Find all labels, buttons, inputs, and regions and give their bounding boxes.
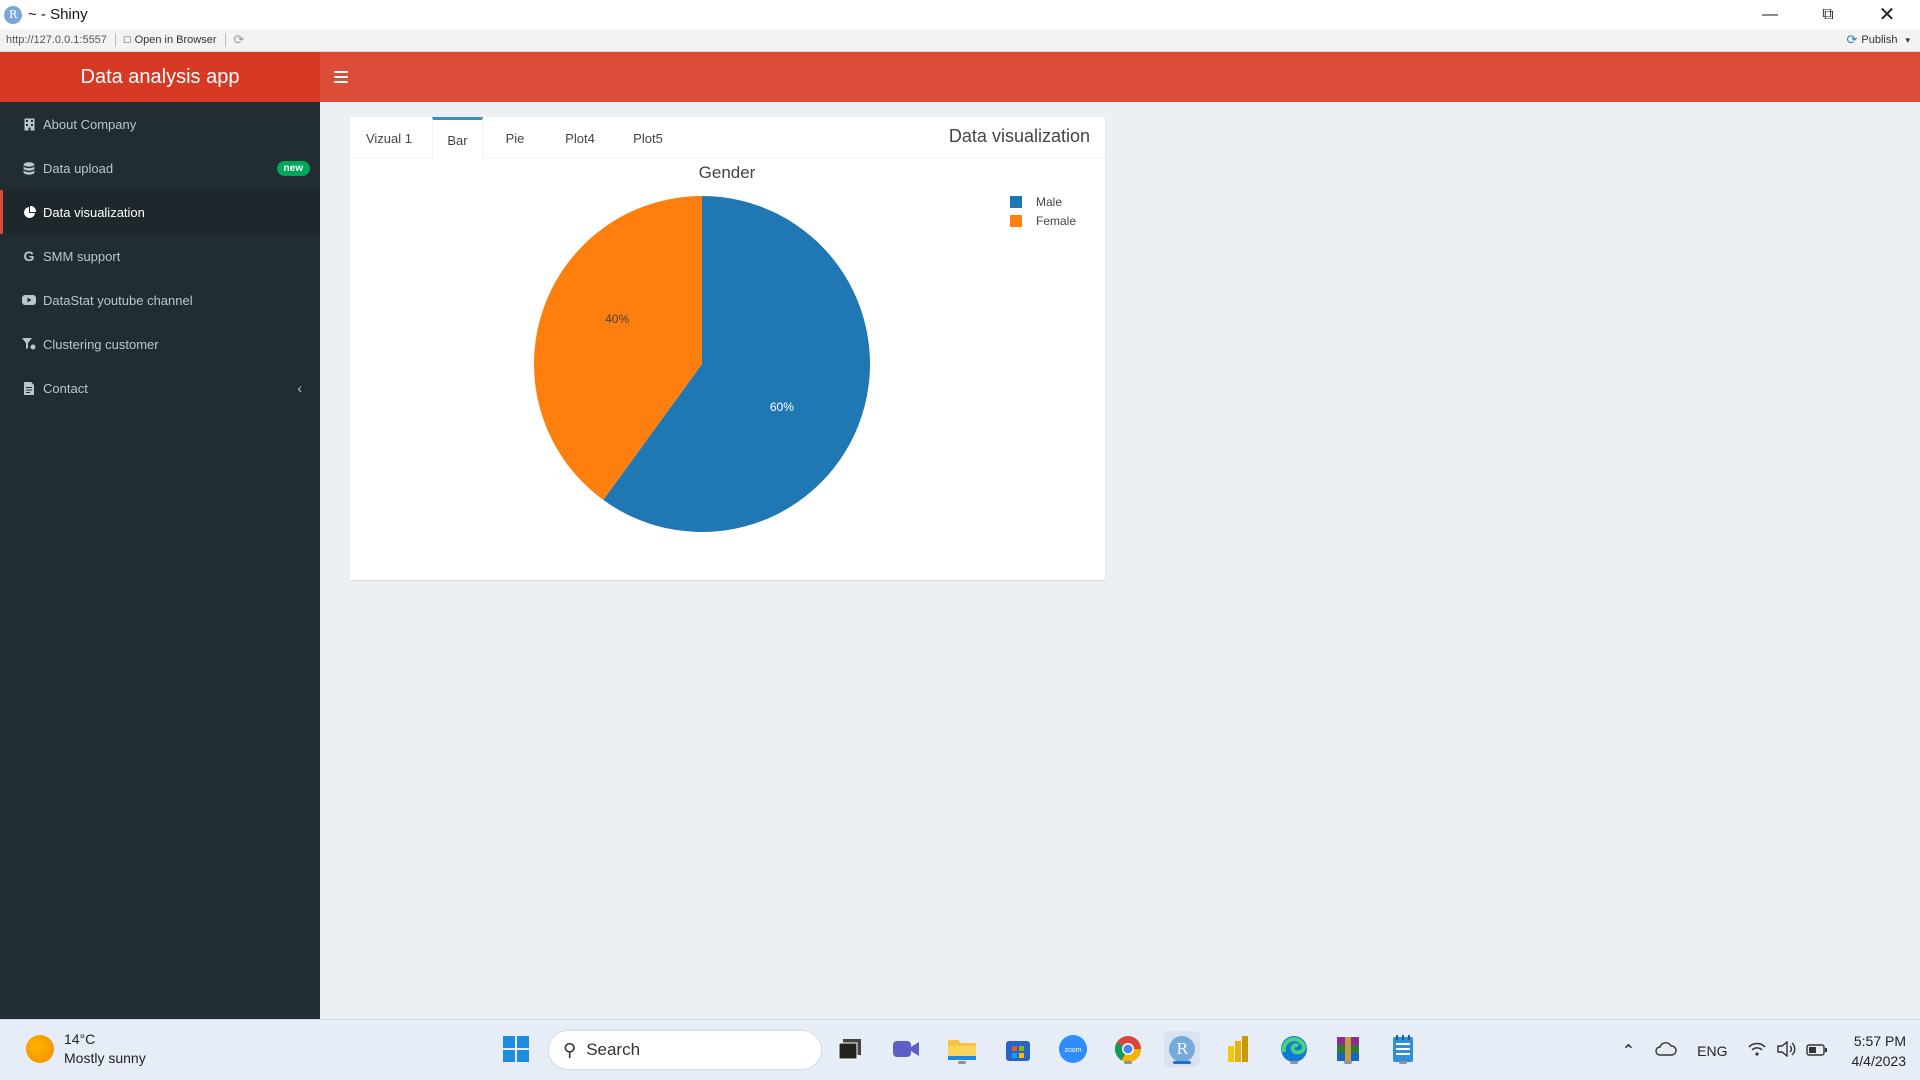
chrome-icon[interactable] [1110,1031,1146,1067]
sidebar-item-label: About Company [43,116,137,132]
onedrive-cloud-icon[interactable] [1655,1042,1677,1059]
windows-taskbar: 14°C Mostly sunny ⚲ Search zoom R ⌃ ENG … [0,1019,1920,1080]
windows-start-icon[interactable] [498,1031,534,1067]
zoom-icon[interactable]: zoom [1055,1031,1091,1067]
sidebar-item-label: SMM support [43,248,121,264]
sidebar-item-clustering[interactable]: Clustering customer [0,322,320,366]
notepad-icon[interactable] [1385,1031,1421,1067]
tab-plot4[interactable]: Plot4 [547,117,613,159]
taskbar-search-input[interactable]: ⚲ Search [548,1030,822,1070]
chevron-down-icon: ▾ [1905,34,1910,45]
clock-date: 4/4/2023 [1851,1052,1907,1069]
minimize-icon[interactable]: — [1741,0,1799,29]
sidebar-toggle-icon[interactable] [334,67,348,87]
wifi-icon[interactable] [1747,1042,1766,1059]
winrar-icon[interactable] [1330,1031,1366,1067]
task-view-icon[interactable] [832,1031,868,1067]
powerbi-icon[interactable] [1220,1031,1256,1067]
pie-label-female: 40% [605,312,629,326]
url-text: http://127.0.0.1:5557 [6,34,107,46]
document-icon [21,381,37,395]
sidebar-item-data-upload[interactable]: Data upload new [0,146,320,190]
legend-swatch-female[interactable] [1010,215,1022,227]
legend-label-male[interactable]: Male [1036,195,1062,209]
window-title: ~ - Shiny [28,6,88,23]
clock-time: 5:57 PM [1853,1032,1906,1049]
battery-icon[interactable] [1805,1043,1828,1059]
filter-icon [21,338,37,350]
teams-icon[interactable] [888,1031,924,1067]
svg-text:R: R [1176,1040,1188,1058]
weather-widget[interactable]: 14°C Mostly sunny [26,1030,146,1068]
sidebar-item-label: DataStat youtube channel [43,292,193,308]
sidebar: About Company Data upload new Data visua… [0,102,320,1019]
open-in-browser-button[interactable]: □ Open in Browser [124,34,217,46]
clock[interactable]: 5:57 PM 4/4/2023 [1852,1031,1907,1071]
sun-icon [26,1035,54,1063]
open-in-browser-label: Open in Browser [134,34,217,46]
edge-icon[interactable] [1276,1031,1312,1067]
database-icon [21,161,37,175]
file-explorer-icon[interactable] [944,1031,980,1067]
sidebar-item-label: Data visualization [43,204,145,220]
youtube-icon [21,295,37,305]
weather-temperature: 14°C [64,1031,96,1047]
weather-description: Mostly sunny [64,1050,146,1066]
publish-icon: ⟳ [1846,32,1858,47]
visualization-tab-box: Vizual 1 Bar Pie Plot4 Plot5 Data visual… [350,117,1105,580]
sidebar-item-data-visualization[interactable]: Data visualization [0,190,320,234]
chart-title: Gender [699,163,756,182]
tab-bar-chart[interactable]: Bar [432,117,483,160]
external-window-icon: □ [123,34,131,46]
box-title: Data visualization [948,126,1090,146]
publish-button[interactable]: ⟳ Publish ▾ [1846,32,1910,48]
pie-label-male: 60% [770,400,794,414]
sidebar-item-label: Data upload [43,160,114,176]
r-app-icon: R [4,5,22,24]
legend-label-female[interactable]: Female [1036,214,1076,228]
app-logo[interactable]: Data analysis app [0,52,320,102]
volume-icon[interactable] [1776,1040,1796,1060]
address-bar: http://127.0.0.1:5557 □ Open in Browser … [0,29,1920,52]
chevron-left-icon[interactable]: ‹ [297,380,302,396]
microsoft-store-icon[interactable] [1000,1031,1036,1067]
window-title-bar: R ~ - Shiny — ⧉ ✕ [0,0,1920,29]
sidebar-item-label: Contact [43,380,88,396]
close-icon[interactable]: ✕ [1858,0,1916,29]
sidebar-item-smm-support[interactable]: G SMM support [0,234,320,278]
restore-icon[interactable]: ⧉ [1799,0,1857,29]
tab-vizual-1[interactable]: Vizual 1 [350,117,428,159]
tab-plot5[interactable]: Plot5 [615,117,681,159]
gender-pie-chart: Gender 60% 40% Male Female [534,163,1076,532]
google-icon: G [23,248,35,264]
search-icon: ⚲ [563,1039,577,1060]
sidebar-item-youtube[interactable]: DataStat youtube channel [0,278,320,322]
system-tray: ⌃ ENG 5:57 PM 4/4/2023 [1612,1020,1906,1080]
rstudio-icon[interactable]: R [1164,1031,1200,1067]
sidebar-item-contact[interactable]: Contact ‹ [0,366,320,410]
chevron-up-icon[interactable]: ⌃ [1622,1041,1635,1061]
tab-bar: Vizual 1 Bar Pie Plot4 Plot5 Data visual… [350,117,1105,160]
search-placeholder: Search [586,1040,641,1059]
sidebar-item-about-company[interactable]: About Company [0,102,320,146]
new-badge: new [276,160,310,176]
top-navbar [320,52,1920,102]
language-indicator[interactable]: ENG [1697,1043,1727,1059]
refresh-icon[interactable]: ⟳ [234,32,245,48]
publish-label: Publish [1861,34,1898,46]
sidebar-item-label: Clustering customer [43,336,159,352]
svg-text:zoom: zoom [1064,1047,1081,1054]
legend-swatch-male[interactable] [1010,196,1022,208]
pie-chart-icon [21,205,37,219]
tab-pie[interactable]: Pie [487,117,543,159]
building-icon [21,118,37,131]
